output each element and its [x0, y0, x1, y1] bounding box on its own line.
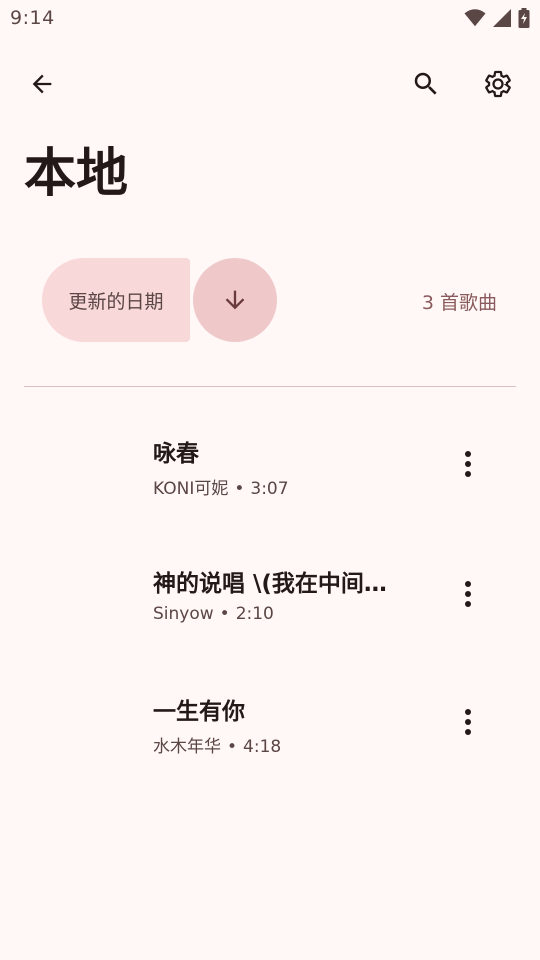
search-icon: [414, 72, 437, 95]
song-meta: Sinyow • 2:10: [153, 604, 274, 624]
song-artist: 水木年华: [153, 737, 221, 757]
song-title: 一生有你: [153, 699, 245, 725]
song-meta: 水木年华 • 4:18: [153, 732, 281, 757]
settings-button[interactable]: [474, 60, 522, 108]
song-title: 神的说唱 \(我在中间…: [153, 571, 387, 597]
sort-by-button[interactable]: 更新的日期: [42, 258, 190, 342]
wifi-icon: [464, 9, 486, 27]
song-more-button[interactable]: [444, 440, 492, 488]
more-vert-icon: [465, 581, 471, 607]
meta-separator: •: [227, 737, 238, 757]
more-vert-icon: [465, 451, 471, 477]
search-button[interactable]: [402, 60, 450, 108]
back-button[interactable]: [18, 60, 66, 108]
song-list-item[interactable]: 咏春 KONI可妮 • 3:07: [0, 400, 540, 528]
cell-signal-icon: [493, 9, 511, 27]
song-duration: 2:10: [235, 604, 274, 624]
song-title: 咏春: [153, 441, 199, 467]
status-time: 9:14: [10, 7, 55, 29]
status-icons: [464, 8, 530, 28]
battery-icon: [518, 8, 530, 28]
arrow-down-icon: [225, 290, 245, 310]
local-songs-screen: 9:14 本地 更新的日期 3 首歌曲 咏春 KONI可妮 • 3:07 神的说…: [0, 0, 540, 960]
song-duration: 4:18: [243, 737, 282, 757]
divider: [24, 386, 516, 387]
song-meta: KONI可妮 • 3:07: [153, 474, 289, 499]
more-vert-icon: [465, 709, 471, 735]
back-arrow-icon: [32, 74, 52, 94]
sort-by-label: 更新的日期: [68, 290, 164, 313]
song-list-item[interactable]: 一生有你 水木年华 • 4:18: [0, 658, 540, 786]
page-title: 本地: [24, 144, 129, 204]
song-more-button[interactable]: [444, 570, 492, 618]
status-bar: 9:14: [0, 0, 540, 36]
song-more-button[interactable]: [444, 698, 492, 746]
song-artist: Sinyow: [153, 604, 214, 624]
song-list-item[interactable]: 神的说唱 \(我在中间… Sinyow • 2:10: [0, 530, 540, 658]
settings-gear-icon: [485, 70, 511, 98]
sort-direction-button[interactable]: [193, 258, 277, 342]
meta-separator: •: [234, 479, 245, 499]
meta-separator: •: [219, 604, 230, 624]
song-artist: KONI可妮: [153, 479, 229, 499]
song-duration: 3:07: [250, 479, 289, 499]
song-count: 3 首歌曲: [421, 292, 497, 314]
